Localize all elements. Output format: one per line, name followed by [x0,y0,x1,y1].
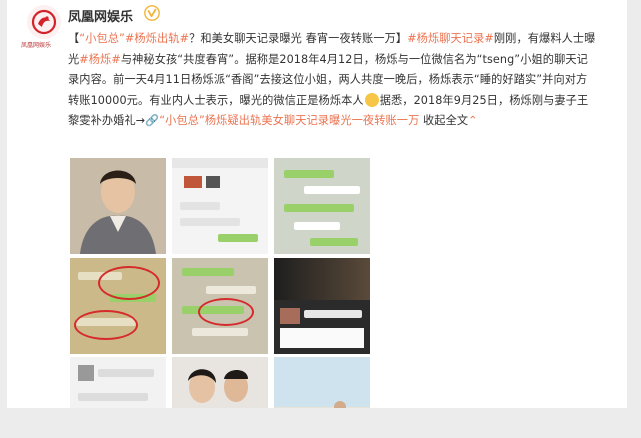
hashtag-link[interactable]: #杨烁聊天记录# [407,32,494,45]
chat-screenshot-circled-2[interactable] [172,258,268,354]
chat-screenshot-circled-1[interactable] [70,258,166,354]
image-grid [70,158,370,408]
post-text-segment: 收起全文 [419,114,469,127]
post-text: 【“小包总”#杨烁出轨#？和美女聊天记录曝光 春宵一夜转账一万】#杨烁聊天记录#… [68,29,598,132]
phoenix-logo-icon [31,9,57,35]
chat-screenshot-3[interactable] [70,357,166,408]
chat-screenshot-dark[interactable] [274,258,370,354]
weibo-post-card: 凤凰网娱乐 凤凰网娱乐 【“小包总”#杨烁出轨#？和美女聊天记录曝光 春宵一夜转… [7,0,627,408]
account-name[interactable]: 凤凰网娱乐 [68,6,133,25]
hashtag-link[interactable]: #杨烁# [79,53,121,66]
page-bottom-band [0,408,641,438]
photo-yang-shuo-portrait[interactable] [70,158,166,254]
doge-emoji-icon [364,92,379,107]
verified-badge-icon [144,5,160,21]
post-link[interactable]: 🔗“小包总”杨烁疑出轨美女聊天记录曝光一夜转账一万 [145,114,419,127]
hashtag-link[interactable]: #杨烁出轨# [125,32,189,45]
post-link[interactable]: ⌃ [468,114,477,127]
account-avatar[interactable] [27,5,61,39]
post-text-segment: ？和美女聊天记录曝光 春宵一夜转账一万】 [189,32,408,45]
photo-couple-wedding[interactable] [172,357,268,408]
post-text-segment: 【 [68,32,80,45]
chat-screenshot-1[interactable] [172,158,268,254]
photo-beach-wedding[interactable] [274,357,370,408]
logo-caption: 凤凰网娱乐 [21,42,52,49]
chat-screenshot-2[interactable] [274,158,370,254]
post-link[interactable]: “小包总” [79,32,125,45]
